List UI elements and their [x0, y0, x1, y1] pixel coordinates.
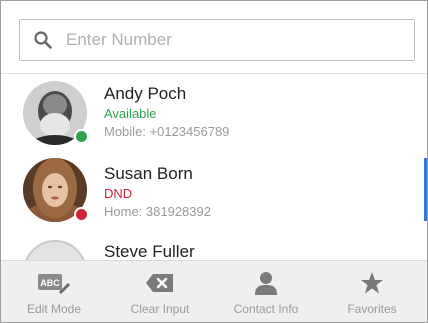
- keyboard-abc-icon: ABC: [38, 274, 70, 294]
- contact-detail: Home: 381928392: [104, 204, 211, 219]
- favorites-label: Favorites: [347, 302, 397, 316]
- edit-mode-label: Edit Mode: [26, 302, 82, 316]
- contact-status: Available: [104, 106, 157, 121]
- person-icon: [255, 272, 277, 295]
- clear-input-label: Clear Input: [130, 302, 190, 316]
- contact-item[interactable]: Andy Poch Available Mobile: +0123456789: [1, 74, 427, 154]
- status-dot: [74, 129, 89, 144]
- contact-item[interactable]: Steve Fuller: [1, 234, 427, 260]
- contact-item[interactable]: Susan Born DND Home: 381928392: [1, 154, 427, 234]
- contact-detail: Mobile: +0123456789: [104, 124, 230, 139]
- contact-status: DND: [104, 186, 133, 201]
- svg-text:ABC: ABC: [40, 278, 60, 288]
- bottom-toolbar: ABC Edit Mode Clear Input Contact Info F…: [1, 260, 427, 322]
- avatar: [23, 240, 87, 260]
- contact-info-button[interactable]: Contact Info: [213, 261, 319, 322]
- favorites-button[interactable]: Favorites: [319, 261, 425, 322]
- contact-name: Susan Born: [104, 164, 193, 183]
- scroll-indicator[interactable]: [424, 158, 427, 221]
- dialer-panel: Andy Poch Available Mobile: +0123456789 …: [0, 0, 428, 323]
- search-box[interactable]: [19, 19, 415, 61]
- search-input[interactable]: [66, 28, 396, 52]
- star-icon: [361, 272, 383, 294]
- search-icon: [34, 31, 52, 49]
- backspace-icon: [146, 274, 173, 292]
- contact-name: Steve Fuller: [104, 242, 195, 260]
- edit-mode-button[interactable]: ABC Edit Mode: [1, 261, 107, 322]
- clear-input-button[interactable]: Clear Input: [107, 261, 213, 322]
- contact-name: Andy Poch: [104, 84, 187, 103]
- status-dot: [74, 207, 89, 222]
- search-area: [1, 1, 427, 73]
- contact-info-label: Contact Info: [233, 302, 299, 316]
